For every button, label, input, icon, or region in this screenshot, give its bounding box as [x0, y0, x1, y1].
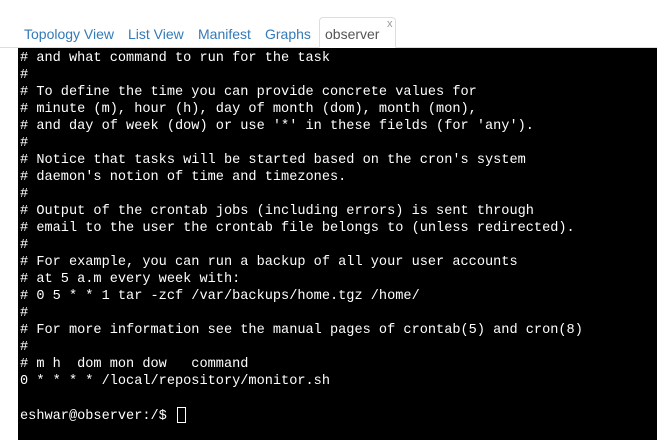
terminal-line: # 0 5 * * 1 tar -zcf /var/backups/home.t… — [20, 289, 420, 304]
tab-topology-view[interactable]: Topology View — [24, 21, 114, 47]
terminal-line: # — [20, 187, 29, 202]
terminal-cursor[interactable] — [177, 407, 186, 423]
tab-list-view[interactable]: List View — [128, 21, 184, 47]
tab-observer[interactable]: observer x — [319, 17, 397, 48]
terminal-line: # — [20, 68, 29, 83]
shell-prompt: eshwar@observer:/$ — [20, 409, 175, 424]
tab-bar: Topology View List View Manifest Graphs … — [0, 0, 657, 48]
terminal-line: # For example, you can run a backup of a… — [20, 255, 518, 270]
terminal-line: # Notice that tasks will be started base… — [20, 153, 526, 168]
terminal-window[interactable]: # and what command to run for the task #… — [18, 48, 657, 440]
close-icon[interactable]: x — [387, 8, 393, 40]
tab-manifest[interactable]: Manifest — [198, 21, 251, 47]
terminal-line: # — [20, 136, 29, 151]
terminal-line: # email to the user the crontab file bel… — [20, 221, 575, 236]
tab-observer-label: observer — [325, 26, 380, 42]
tab-graphs[interactable]: Graphs — [265, 21, 311, 47]
terminal-line: # To define the time you can provide con… — [20, 85, 477, 100]
terminal-line: # at 5 a.m every week with: — [20, 272, 241, 287]
terminal-line: 0 * * * * /local/repository/monitor.sh — [20, 374, 330, 389]
terminal-line: # — [20, 340, 29, 355]
terminal-line: # daemon's notion of time and timezones. — [20, 170, 347, 185]
terminal-line: # For more information see the manual pa… — [20, 323, 583, 338]
terminal-line: # and what command to run for the task — [20, 51, 330, 66]
terminal-line: # Output of the crontab jobs (including … — [20, 204, 534, 219]
terminal-line: # m h dom mon dow command — [20, 357, 249, 372]
terminal-line: # — [20, 306, 29, 321]
terminal-line: # — [20, 238, 29, 253]
terminal-line: # and day of week (dow) or use '*' in th… — [20, 119, 534, 134]
terminal-line: # minute (m), hour (h), day of month (do… — [20, 102, 477, 117]
terminal-prompt-line[interactable]: eshwar@observer:/$ — [20, 407, 657, 424]
